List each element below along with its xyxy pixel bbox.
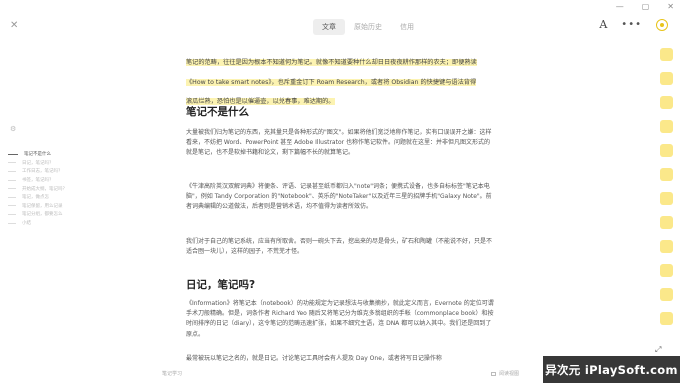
right-sidebar: [652, 40, 680, 383]
close-reader-icon[interactable]: ✕: [10, 20, 18, 31]
toc-item-label: 日记，笔记吗？: [22, 160, 54, 166]
window-controls: — ▢ ✕: [616, 3, 674, 11]
sidebar-item[interactable]: [660, 216, 673, 229]
highlighted-passage: 笔记的范畴，往往是因为根本不知道何为笔记。就像不知道要种什么却日日夜夜耕作那样的…: [186, 49, 482, 108]
toc-item[interactable]: 日记，笔记吗？: [8, 159, 86, 168]
tab-credit[interactable]: 信用: [391, 19, 423, 35]
top-right-actions: A •••: [599, 18, 668, 31]
view-tabs: 文章 原始历史 信用: [313, 19, 423, 35]
paragraph: 大量被我们归为笔记的东西，充其量只是各种形式的"图文"。如果将他们宽泛地称作笔记…: [186, 129, 492, 157]
toc-item[interactable]: 笔记不是什么: [8, 150, 86, 159]
article-body: 笔记的范畴，往往是因为根本不知道何为笔记。就像不知道要种什么却日日夜夜耕作那样的…: [186, 49, 494, 362]
toc-item-label: 笔记分组，都要怎么: [22, 212, 63, 218]
toc-item[interactable]: 工作日志，笔记吗？: [8, 167, 86, 176]
tab-history[interactable]: 原始历史: [345, 19, 391, 35]
paragraph: 《Information》将笔记本（notebook）的功能规定为记录想法与收集…: [186, 300, 494, 338]
sidebar-item[interactable]: [660, 72, 673, 85]
status-right[interactable]: 阅读视图: [490, 370, 519, 377]
section-heading: 日记，笔记吗?: [186, 279, 256, 291]
paragraph: 最常被玩以笔记之名的，就是日记。讨论笔记工具时会有人提及 Day One，或者将…: [186, 355, 442, 362]
more-icon[interactable]: •••: [621, 19, 642, 30]
toc-item[interactable]: 书签，笔记吗？: [8, 176, 86, 185]
sidebar-item[interactable]: [660, 192, 673, 205]
maximize-button[interactable]: ▢: [642, 3, 650, 11]
sidebar-item[interactable]: [660, 96, 673, 109]
avatar[interactable]: [656, 18, 668, 31]
top-toolbar: — ▢ ✕ ✕ 文章 原始历史 信用 A •••: [0, 0, 680, 46]
section-heading: 笔记不是什么: [186, 106, 249, 118]
table-of-contents: ⚙ 笔记不是什么 日记，笔记吗？ 工作日志，笔记吗？ 书签，笔记吗？ 开始成大纲…: [8, 125, 86, 227]
tab-article[interactable]: 文章: [313, 19, 345, 35]
toc-item-label: 笔记不是什么: [24, 152, 51, 158]
sidebar-item[interactable]: [660, 264, 673, 277]
toc-item[interactable]: 笔记，做点怎: [8, 193, 86, 202]
paragraph: 我们对于自己的笔记系统，应当有所取舍。否则一碗头下去，挖出来的尽是骨头，矿石和陶…: [186, 238, 493, 256]
highlight-text[interactable]: 笔记的范畴，往往是因为根本不知道何为笔记。就像不知道要种什么却日日夜夜耕作那样的…: [186, 59, 477, 106]
reading-view-icon: [490, 371, 496, 376]
sidebar-item[interactable]: [660, 288, 673, 301]
minimize-button[interactable]: —: [616, 3, 624, 11]
paragraph: 《牛津高阶英汉双解词典》将便条、评语、记录甚至纸币都归入"note"词条；便携式…: [186, 183, 492, 211]
toc-item-label: 笔记，做点怎: [22, 195, 49, 201]
sidebar-item[interactable]: [660, 48, 673, 61]
sidebar-item[interactable]: [660, 120, 673, 133]
status-left[interactable]: 笔记学习: [162, 370, 182, 377]
toc-item-label: 工作日志，笔记吗？: [22, 169, 63, 175]
watermark: 异次元 iPlaySoft.com: [543, 356, 680, 383]
toc-item[interactable]: 笔记保留，用么记录: [8, 202, 86, 211]
sidebar-item[interactable]: [660, 312, 673, 325]
window-close-button[interactable]: ✕: [667, 3, 674, 11]
toc-item[interactable]: 开始成大纲，笔记吗？: [8, 184, 86, 193]
sidebar-item[interactable]: [660, 168, 673, 181]
font-settings-icon[interactable]: A: [599, 18, 607, 31]
status-bar: 笔记学习 阅读视图: [162, 370, 519, 377]
toc-item-label: 书签，笔记吗？: [22, 178, 54, 184]
sidebar-item[interactable]: [660, 240, 673, 253]
sidebar-item[interactable]: [660, 144, 673, 157]
toc-item[interactable]: 笔记分组，都要怎么: [8, 210, 86, 219]
toc-item-label: 笔记保留，用么记录: [22, 203, 63, 209]
toc-item-label: 小结: [22, 221, 31, 227]
toc-settings-icon[interactable]: ⚙: [10, 125, 86, 133]
toc-item-label: 开始成大纲，笔记吗？: [22, 186, 67, 192]
status-right-label: 阅读视图: [498, 371, 519, 377]
toc-item[interactable]: 小结: [8, 219, 86, 228]
